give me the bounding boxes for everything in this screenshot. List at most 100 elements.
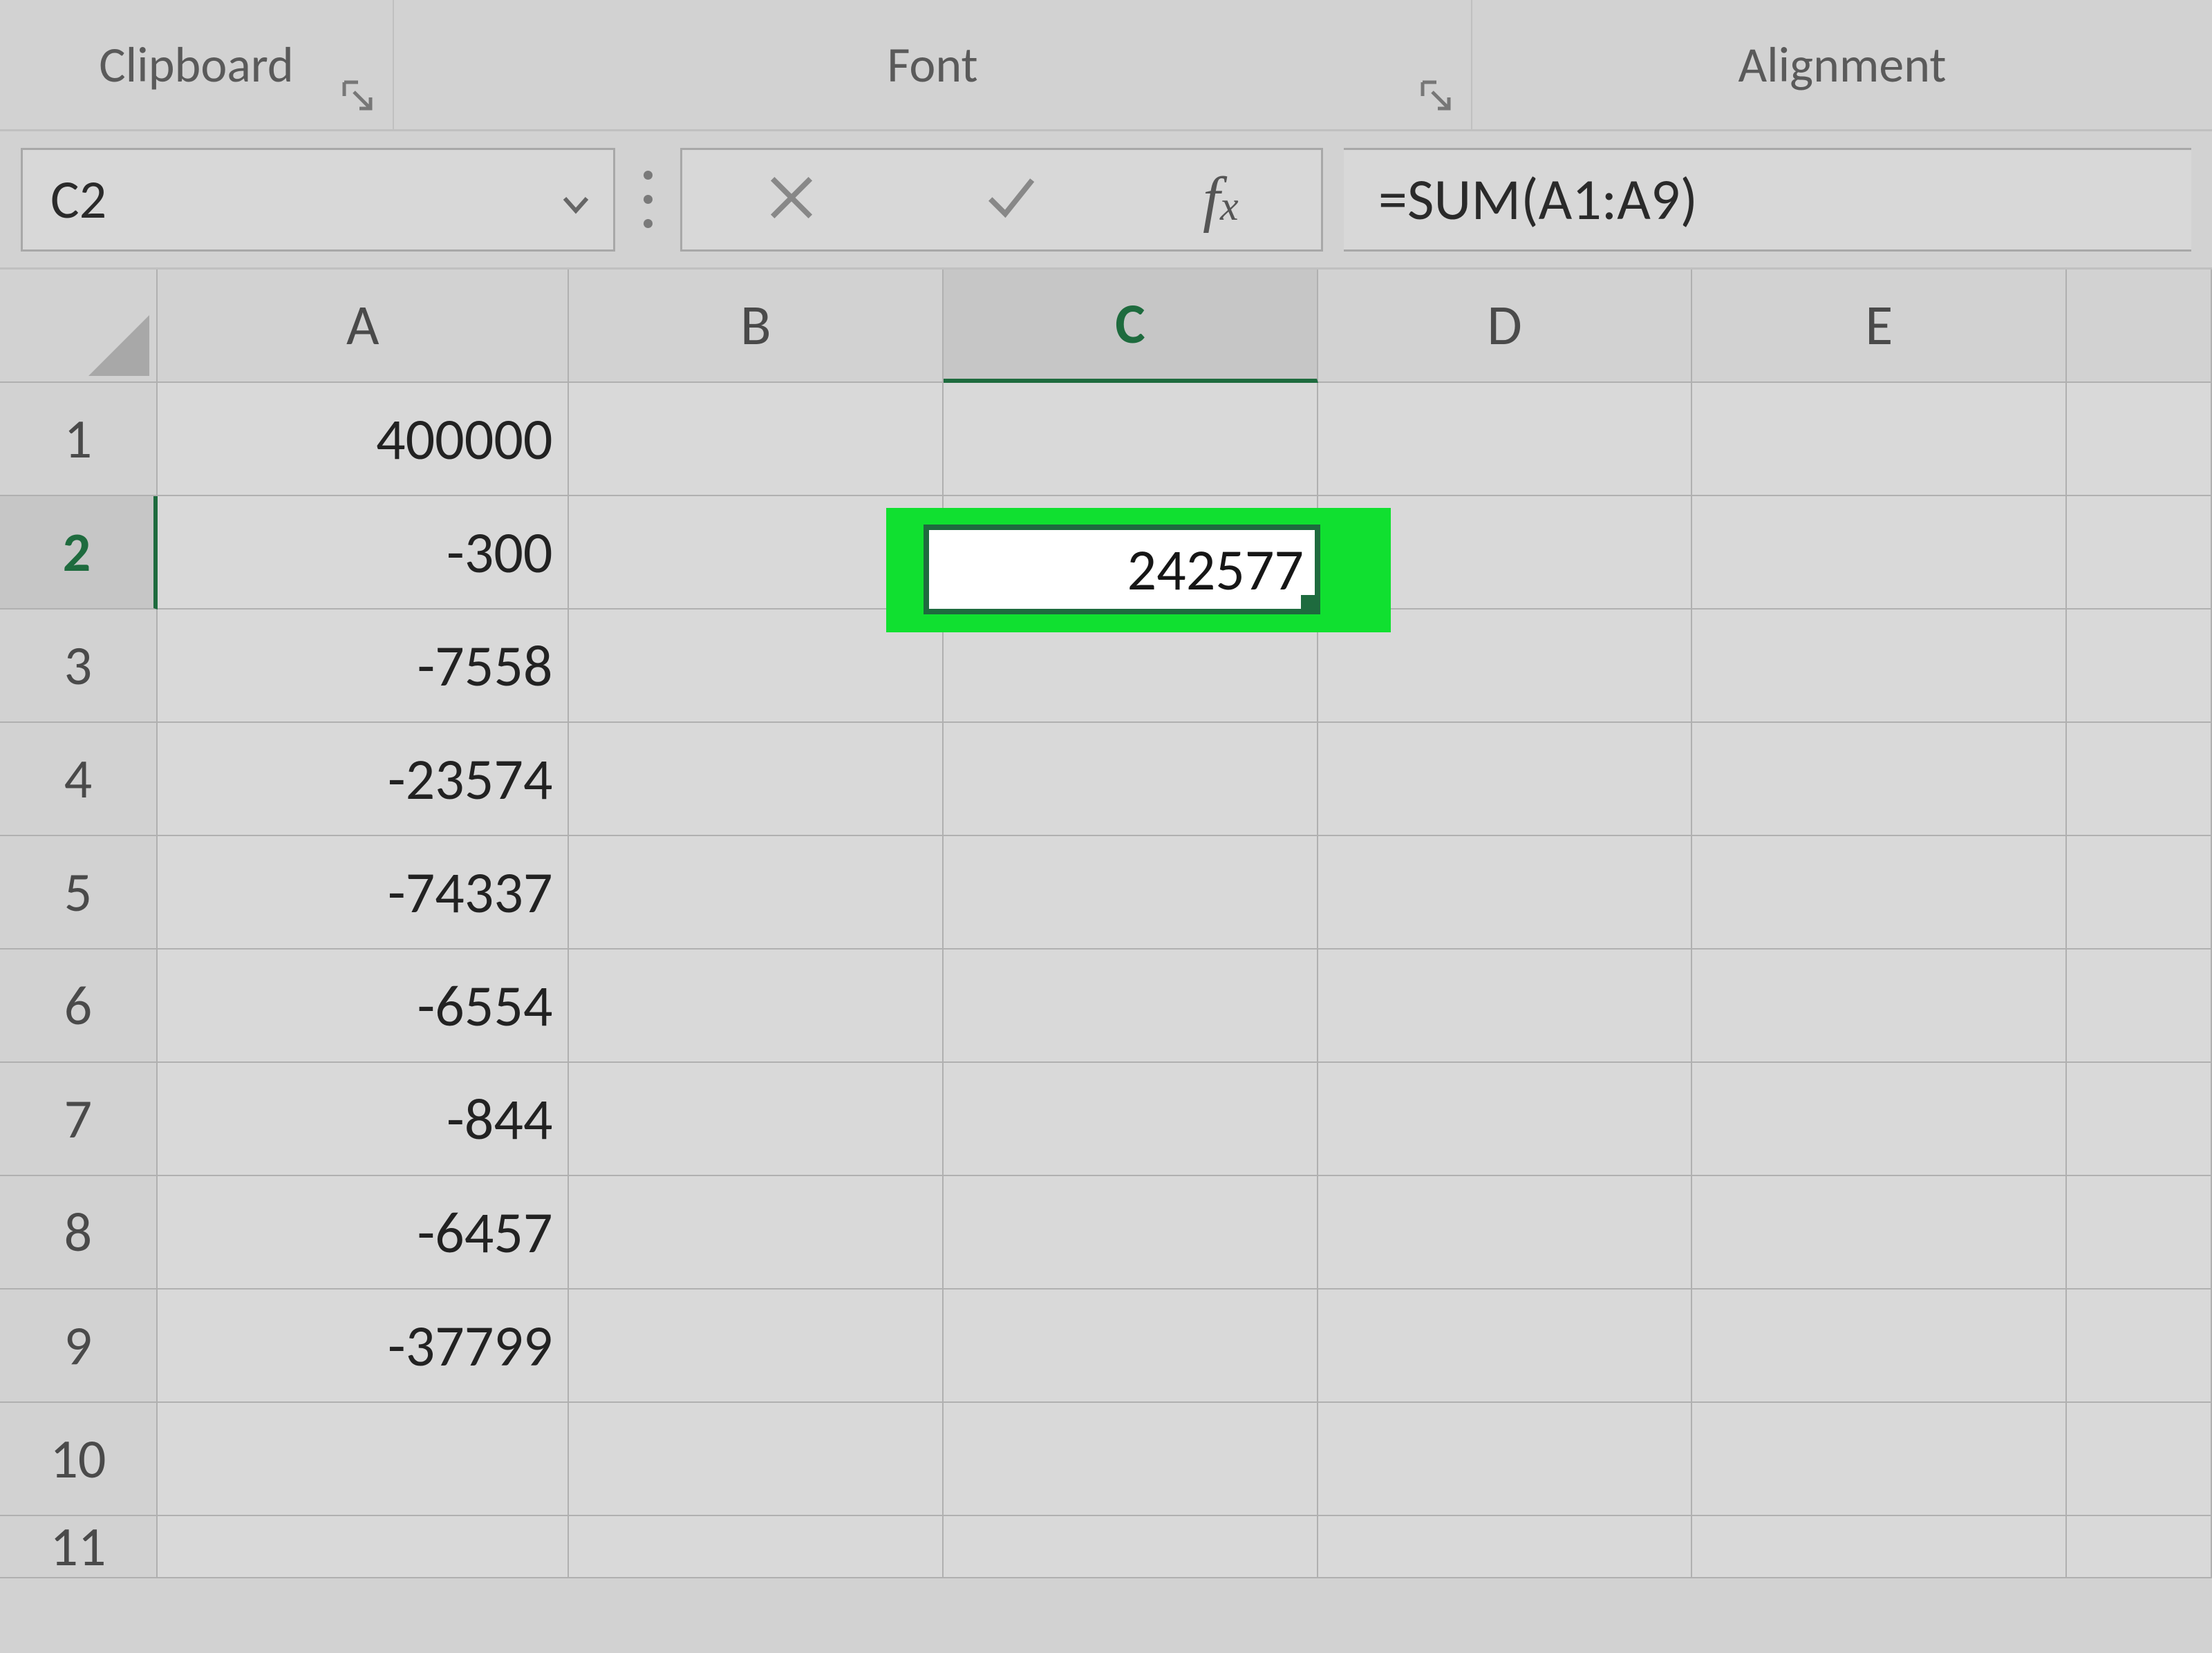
- selected-cell-value: 242577: [1127, 534, 1304, 605]
- check-icon[interactable]: [984, 171, 1038, 228]
- cell-A6[interactable]: -6554: [158, 950, 570, 1063]
- dialog-launcher-icon[interactable]: [1420, 64, 1452, 96]
- cell-B8[interactable]: [569, 1176, 944, 1290]
- cell-B7[interactable]: [569, 1063, 944, 1176]
- row-header-3[interactable]: 3: [0, 610, 158, 723]
- cell-F2[interactable]: [2067, 496, 2212, 610]
- formula-bar: C2 fx =SUM(A1:A9): [0, 131, 2212, 270]
- row-header-2[interactable]: 2: [0, 496, 158, 610]
- cell-E4[interactable]: [1692, 723, 2067, 836]
- row-header-7[interactable]: 7: [0, 1063, 158, 1176]
- name-box-value: C2: [50, 167, 106, 232]
- cell-C10[interactable]: [944, 1403, 1318, 1516]
- cell-D4[interactable]: [1318, 723, 1693, 836]
- cell-F3[interactable]: [2067, 610, 2212, 723]
- cell-D10[interactable]: [1318, 1403, 1693, 1516]
- cell-C6[interactable]: [944, 950, 1318, 1063]
- ribbon-group-label: Font: [887, 35, 977, 95]
- cell-C11[interactable]: [944, 1516, 1318, 1578]
- fx-icon[interactable]: fx: [1203, 164, 1239, 235]
- cell-A11[interactable]: [158, 1516, 570, 1578]
- row-header-1[interactable]: 1: [0, 383, 158, 496]
- cell-E9[interactable]: [1692, 1290, 2067, 1403]
- cell-E10[interactable]: [1692, 1403, 2067, 1516]
- formula-input[interactable]: =SUM(A1:A9): [1344, 148, 2191, 252]
- cell-C9[interactable]: [944, 1290, 1318, 1403]
- close-icon[interactable]: [765, 171, 818, 228]
- cell-F11[interactable]: [2067, 1516, 2212, 1578]
- column-header-C[interactable]: C: [944, 270, 1318, 383]
- column-header-extra[interactable]: [2067, 270, 2212, 383]
- cell-E11[interactable]: [1692, 1516, 2067, 1578]
- cell-A10[interactable]: [158, 1403, 570, 1516]
- fill-handle[interactable]: [1301, 595, 1319, 613]
- cell-F7[interactable]: [2067, 1063, 2212, 1176]
- ribbon-group-label: Alignment: [1738, 35, 1946, 95]
- cell-B10[interactable]: [569, 1403, 944, 1516]
- cell-C8[interactable]: [944, 1176, 1318, 1290]
- chevron-down-icon[interactable]: [562, 167, 590, 232]
- cell-B11[interactable]: [569, 1516, 944, 1578]
- column-header-A[interactable]: A: [158, 270, 570, 383]
- cell-D6[interactable]: [1318, 950, 1693, 1063]
- cell-F9[interactable]: [2067, 1290, 2212, 1403]
- cell-E7[interactable]: [1692, 1063, 2067, 1176]
- grid-row: 11: [0, 1516, 2212, 1578]
- cell-C5[interactable]: [944, 836, 1318, 950]
- drag-handle-icon[interactable]: [636, 171, 659, 228]
- dialog-launcher-icon[interactable]: [341, 64, 373, 96]
- cell-A3[interactable]: -7558: [158, 610, 570, 723]
- cell-F6[interactable]: [2067, 950, 2212, 1063]
- cell-B1[interactable]: [569, 383, 944, 496]
- cell-A4[interactable]: -23574: [158, 723, 570, 836]
- cell-D5[interactable]: [1318, 836, 1693, 950]
- ribbon-group-label: Clipboard: [99, 35, 294, 95]
- cell-A9[interactable]: -37799: [158, 1290, 570, 1403]
- selected-cell-C2[interactable]: 242577: [924, 525, 1320, 614]
- cell-D11[interactable]: [1318, 1516, 1693, 1578]
- cell-C7[interactable]: [944, 1063, 1318, 1176]
- column-header-D[interactable]: D: [1318, 270, 1693, 383]
- column-header-E[interactable]: E: [1692, 270, 2067, 383]
- name-box[interactable]: C2: [21, 148, 615, 252]
- cell-B4[interactable]: [569, 723, 944, 836]
- cell-F5[interactable]: [2067, 836, 2212, 950]
- cell-F1[interactable]: [2067, 383, 2212, 496]
- cell-C4[interactable]: [944, 723, 1318, 836]
- row-header-5[interactable]: 5: [0, 836, 158, 950]
- row-header-4[interactable]: 4: [0, 723, 158, 836]
- cell-A2[interactable]: -300: [158, 496, 570, 610]
- cell-E5[interactable]: [1692, 836, 2067, 950]
- column-header-B[interactable]: B: [569, 270, 944, 383]
- cell-B6[interactable]: [569, 950, 944, 1063]
- cell-C1[interactable]: [944, 383, 1318, 496]
- row-header-9[interactable]: 9: [0, 1290, 158, 1403]
- row-header-6[interactable]: 6: [0, 950, 158, 1063]
- cell-A5[interactable]: -74337: [158, 836, 570, 950]
- cell-F10[interactable]: [2067, 1403, 2212, 1516]
- grid-row: 6 -6554: [0, 950, 2212, 1063]
- cell-F8[interactable]: [2067, 1176, 2212, 1290]
- row-header-11[interactable]: 11: [0, 1516, 158, 1578]
- cell-A8[interactable]: -6457: [158, 1176, 570, 1290]
- cell-D8[interactable]: [1318, 1176, 1693, 1290]
- grid-row: 10: [0, 1403, 2212, 1516]
- grid-row: 9 -37799: [0, 1290, 2212, 1403]
- column-headers: A B C D E: [0, 270, 2212, 383]
- cell-D1[interactable]: [1318, 383, 1693, 496]
- cell-E6[interactable]: [1692, 950, 2067, 1063]
- cell-A7[interactable]: -844: [158, 1063, 570, 1176]
- select-all-button[interactable]: [0, 270, 158, 383]
- cell-E3[interactable]: [1692, 610, 2067, 723]
- cell-E8[interactable]: [1692, 1176, 2067, 1290]
- row-header-8[interactable]: 8: [0, 1176, 158, 1290]
- cell-B5[interactable]: [569, 836, 944, 950]
- cell-E1[interactable]: [1692, 383, 2067, 496]
- cell-B9[interactable]: [569, 1290, 944, 1403]
- cell-D7[interactable]: [1318, 1063, 1693, 1176]
- cell-F4[interactable]: [2067, 723, 2212, 836]
- cell-E2[interactable]: [1692, 496, 2067, 610]
- cell-A1[interactable]: 400000: [158, 383, 570, 496]
- row-header-10[interactable]: 10: [0, 1403, 158, 1516]
- cell-D9[interactable]: [1318, 1290, 1693, 1403]
